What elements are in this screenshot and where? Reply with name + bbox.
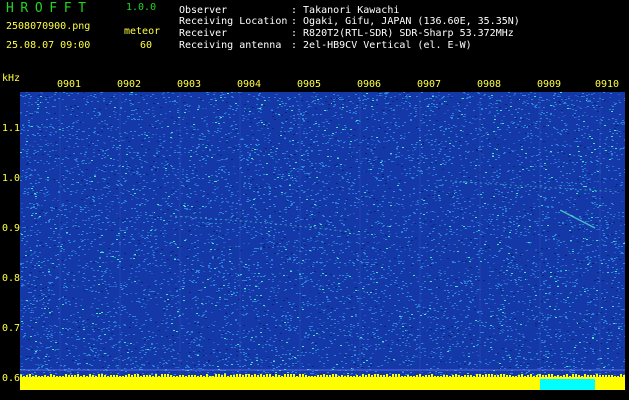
x-tick-label: 0903 <box>177 79 202 90</box>
spectrogram <box>20 92 625 390</box>
x-tick-label: 0904 <box>237 79 262 90</box>
y-tick-label: 0.8 <box>2 273 21 284</box>
antenna-value: : 2el-HB9CV Vertical (el. E-W) <box>291 40 472 51</box>
y-tick-label: 0.6 <box>2 373 21 384</box>
x-tick-label: 0901 <box>57 79 82 90</box>
signal-baseline <box>20 374 625 390</box>
meteor-label: meteor <box>124 26 161 37</box>
y-tick-label: 1.1 <box>2 123 21 134</box>
app-version: 1.0.0 <box>126 2 157 13</box>
app-logo: HROFFT <box>6 1 93 16</box>
receiver-label: Receiver <box>179 28 228 39</box>
y-axis-unit: kHz <box>2 73 21 84</box>
x-tick-label: 0908 <box>477 79 502 90</box>
observer-label: Observer <box>179 5 228 16</box>
hrofft-window: HROFFT 1.0.0 2508070900.png 25.08.07 09:… <box>0 0 629 400</box>
receiver-value: : R820T2(RTL-SDR) SDR-Sharp 53.372MHz <box>291 28 514 39</box>
y-tick-label: 0.9 <box>2 223 21 234</box>
x-tick-label: 0910 <box>595 79 620 90</box>
y-tick-label: 1.0 <box>2 173 21 184</box>
observer-value: : Takanori Kawachi <box>291 5 400 16</box>
antenna-label: Receiving antenna <box>179 40 282 51</box>
date-time: 25.08.07 09:00 <box>6 40 91 51</box>
location-value: : Ogaki, Gifu, JAPAN (136.60E, 35.35N) <box>291 16 520 27</box>
x-tick-label: 0907 <box>417 79 442 90</box>
file-name: 2508070900.png <box>6 21 91 32</box>
location-label: Receiving Location <box>179 16 288 27</box>
noise-layer <box>20 92 625 377</box>
x-tick-label: 0905 <box>297 79 322 90</box>
spectrogram-plot <box>20 92 625 390</box>
x-tick-label: 0906 <box>357 79 382 90</box>
x-tick-label: 0902 <box>117 79 142 90</box>
y-tick-label: 0.7 <box>2 323 21 334</box>
meteor-count: 60 <box>140 40 153 51</box>
x-tick-label: 0909 <box>537 79 562 90</box>
